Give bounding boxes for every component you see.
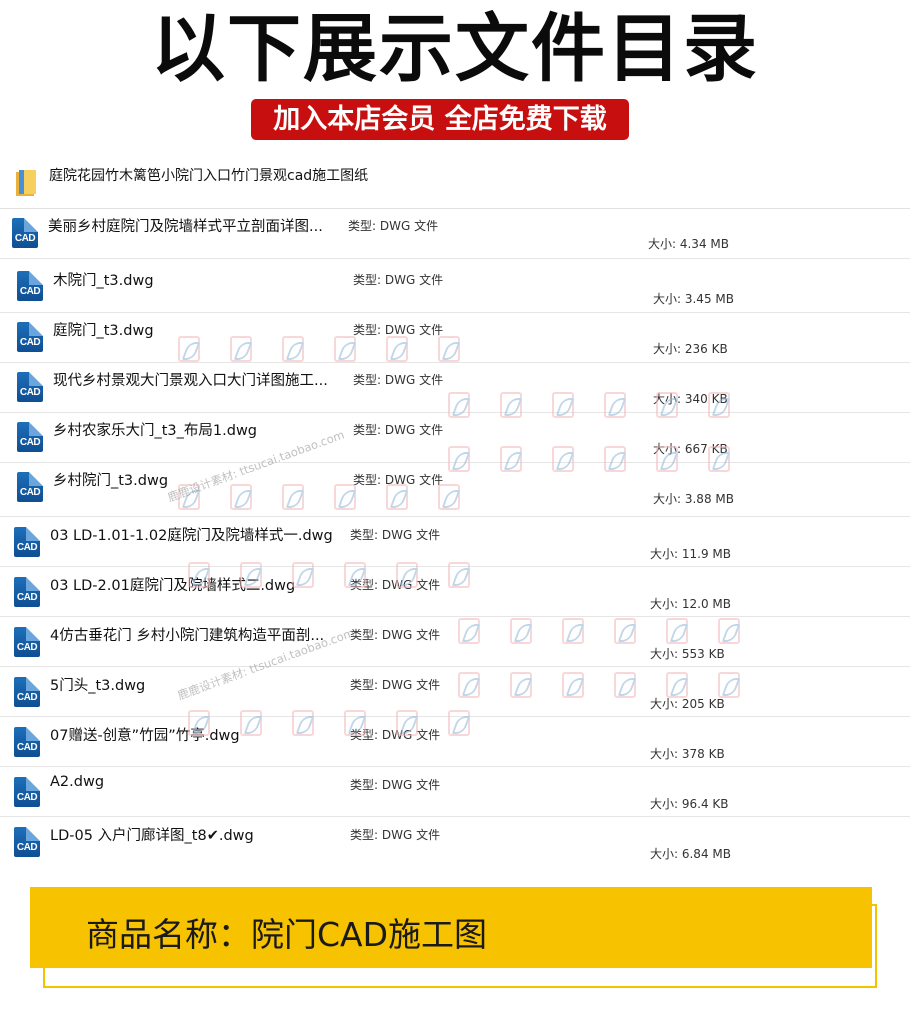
file-name: 木院门_t3.dwg [53, 273, 154, 289]
file-size: 大小: 3.45 MB [653, 292, 734, 306]
cad-file-icon: CAD [17, 271, 43, 301]
file-size: 大小: 378 KB [650, 747, 725, 761]
file-row[interactable]: CAD 4仿古垂花门 乡村小院门建筑构造平面剖... 类型: DWG 文件 大小… [0, 616, 910, 667]
cad-file-icon: CAD [14, 827, 40, 857]
file-name: 03 LD-1.01-1.02庭院门及院墙样式一.dwg [50, 528, 333, 544]
file-row[interactable]: CAD 乡村院门_t3.dwg 类型: DWG 文件 大小: 3.88 MB [0, 462, 910, 517]
file-size: 大小: 340 KB [653, 392, 728, 406]
file-row[interactable]: CAD 现代乡村景观大门景观入口大门详图施工... 类型: DWG 文件 大小:… [0, 362, 910, 413]
file-type: 类型: DWG 文件 [353, 473, 444, 487]
file-size: 大小: 96.4 KB [650, 797, 729, 811]
file-type: 类型: DWG 文件 [350, 528, 441, 542]
folder-icon [16, 170, 36, 196]
file-type: 类型: DWG 文件 [353, 373, 444, 387]
file-name: 4仿古垂花门 乡村小院门建筑构造平面剖... [50, 628, 325, 644]
file-size: 大小: 12.0 MB [650, 597, 731, 611]
file-row[interactable]: CAD 木院门_t3.dwg 类型: DWG 文件 大小: 3.45 MB [0, 258, 910, 313]
file-row[interactable]: CAD 07赠送-创意”竹园”竹亭.dwg 类型: DWG 文件 大小: 378… [0, 716, 910, 767]
file-name: LD-05 入户门廊详图_t8✔.dwg [50, 828, 254, 844]
cad-file-icon: CAD [17, 372, 43, 402]
file-type: 类型: DWG 文件 [350, 828, 441, 842]
cad-file-icon: CAD [14, 777, 40, 807]
file-name: 现代乡村景观大门景观入口大门详图施工... [53, 373, 328, 389]
file-row[interactable]: CAD 03 LD-1.01-1.02庭院门及院墙样式一.dwg 类型: DWG… [0, 516, 910, 567]
cad-file-icon: CAD [14, 527, 40, 557]
file-name: A2.dwg [50, 774, 105, 790]
product-name: 商品名称：院门CAD施工图 [86, 915, 488, 954]
promo-banner[interactable]: 加入本店会员 全店免费下载 [251, 99, 629, 140]
file-row[interactable]: CAD 5门头_t3.dwg 类型: DWG 文件 大小: 205 KB [0, 666, 910, 717]
file-row[interactable]: CAD 03 LD-2.01庭院门及院墙样式二.dwg 类型: DWG 文件 大… [0, 566, 910, 617]
file-name: 乡村院门_t3.dwg [53, 473, 169, 489]
file-size: 大小: 4.34 MB [648, 237, 729, 251]
cad-file-icon: CAD [14, 577, 40, 607]
file-type: 类型: DWG 文件 [350, 728, 441, 742]
file-type: 类型: DWG 文件 [353, 273, 444, 287]
file-type: 类型: DWG 文件 [353, 423, 444, 437]
folder-name: 庭院花园竹木篱笆小院门入口竹门景观cad施工图纸 [49, 168, 369, 184]
cad-file-icon: CAD [17, 422, 43, 452]
file-size: 大小: 553 KB [650, 647, 725, 661]
file-name: 5门头_t3.dwg [50, 678, 146, 694]
file-size: 大小: 11.9 MB [650, 547, 731, 561]
file-name: 美丽乡村庭院门及院墙样式平立剖面详图... [48, 219, 323, 235]
cad-file-icon: CAD [14, 677, 40, 707]
file-name: 07赠送-创意”竹园”竹亭.dwg [50, 728, 240, 744]
file-name: 乡村农家乐大门_t3_布局1.dwg [53, 423, 258, 439]
cad-file-icon: CAD [12, 218, 38, 248]
file-row[interactable]: CAD 美丽乡村庭院门及院墙样式平立剖面详图... 类型: DWG 文件 大小:… [0, 208, 910, 259]
file-row[interactable]: CAD 庭院门_t3.dwg 类型: DWG 文件 大小: 236 KB [0, 312, 910, 363]
file-type: 类型: DWG 文件 [350, 778, 441, 792]
main-title: 以下展示文件目录 [151, 6, 759, 92]
cad-file-icon: CAD [17, 322, 43, 352]
file-size: 大小: 205 KB [650, 697, 725, 711]
file-size: 大小: 667 KB [653, 442, 728, 456]
cad-file-icon: CAD [17, 472, 43, 502]
file-row[interactable]: CAD 乡村农家乐大门_t3_布局1.dwg 类型: DWG 文件 大小: 66… [0, 412, 910, 463]
file-type: 类型: DWG 文件 [350, 678, 441, 692]
file-row[interactable]: CAD LD-05 入户门廊详图_t8✔.dwg 类型: DWG 文件 大小: … [0, 816, 910, 866]
file-type: 类型: DWG 文件 [353, 323, 444, 337]
file-size: 大小: 3.88 MB [653, 492, 734, 506]
cad-file-icon: CAD [14, 727, 40, 757]
file-size: 大小: 236 KB [653, 342, 728, 356]
file-type: 类型: DWG 文件 [350, 628, 441, 642]
file-type: 类型: DWG 文件 [348, 219, 439, 233]
folder-row[interactable]: 庭院花园竹木篱笆小院门入口竹门景观cad施工图纸 [0, 150, 910, 209]
cad-file-icon: CAD [14, 627, 40, 657]
file-type: 类型: DWG 文件 [350, 578, 441, 592]
file-name: 庭院门_t3.dwg [53, 323, 154, 339]
file-name: 03 LD-2.01庭院门及院墙样式二.dwg [50, 578, 296, 594]
file-size: 大小: 6.84 MB [650, 847, 731, 861]
file-row[interactable]: CAD A2.dwg 类型: DWG 文件 大小: 96.4 KB [0, 766, 910, 817]
